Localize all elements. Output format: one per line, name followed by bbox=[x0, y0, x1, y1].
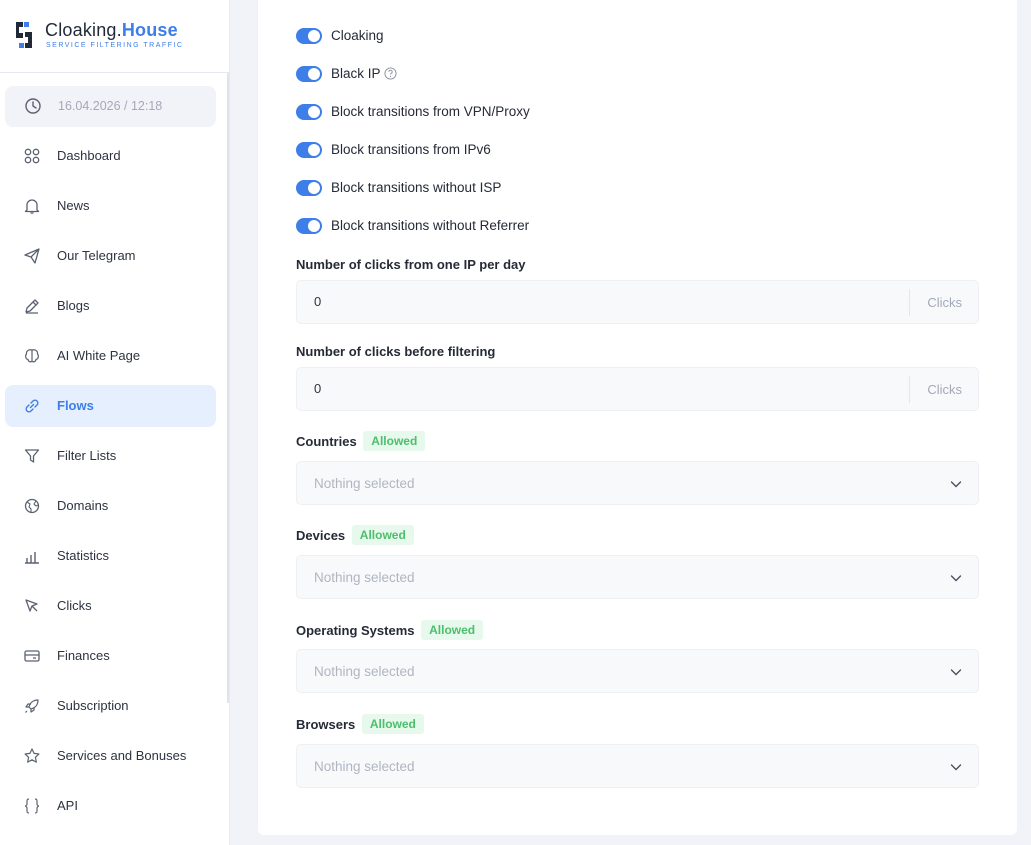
toggle-label: Block transitions from IPv6 bbox=[331, 142, 491, 157]
sidebar-item-label: News bbox=[57, 198, 90, 213]
input-separator bbox=[909, 289, 910, 316]
clicks-before-filter-input[interactable]: 0 Clicks bbox=[296, 367, 979, 411]
brand-tagline: SERVICE FILTERING TRAFFIC bbox=[46, 42, 184, 49]
referrer-toggle[interactable] bbox=[296, 218, 322, 234]
devices-label: Devices Allowed bbox=[296, 525, 414, 545]
ipv6-toggle[interactable] bbox=[296, 142, 322, 158]
clicks-per-ip-input[interactable]: 0 Clicks bbox=[296, 280, 979, 324]
toggle-label: Block transitions without Referrer bbox=[331, 218, 530, 233]
sidebar-item-finances[interactable]: Finances bbox=[5, 635, 216, 677]
isp-toggle[interactable] bbox=[296, 180, 322, 196]
sidebar-item-dashboard[interactable]: Dashboard bbox=[5, 135, 216, 177]
bell-icon bbox=[24, 199, 40, 214]
sidebar-item-ai-white-page[interactable]: AI White Page bbox=[5, 335, 216, 377]
flow-settings-card: Cloaking Black IP Block transitions from… bbox=[258, 0, 1017, 835]
toggle-label: Block transitions from VPN/Proxy bbox=[331, 104, 530, 119]
sidebar-item-label: Dashboard bbox=[57, 148, 121, 163]
brain-icon bbox=[25, 349, 39, 363]
sidebar-divider bbox=[0, 72, 229, 73]
allowed-badge[interactable]: Allowed bbox=[363, 431, 426, 451]
clicks-before-filter-label: Number of clicks before filtering bbox=[296, 344, 496, 359]
sidebar-item-news[interactable]: News bbox=[5, 185, 216, 227]
star-icon bbox=[24, 748, 40, 763]
telegram-icon bbox=[24, 248, 40, 264]
sidebar-item-label: Finances bbox=[57, 648, 110, 663]
link-icon bbox=[25, 399, 39, 413]
vpn-proxy-toggle[interactable] bbox=[296, 104, 322, 120]
cloaking-toggle[interactable] bbox=[296, 28, 322, 44]
sidebar-item-services-bonuses[interactable]: Services and Bonuses bbox=[5, 735, 216, 777]
os-label: Operating Systems Allowed bbox=[296, 620, 484, 640]
sidebar-item-label: Clicks bbox=[57, 598, 92, 613]
logo-mark-icon bbox=[16, 22, 32, 48]
sidebar-item-label: Domains bbox=[57, 498, 109, 513]
sidebar-item-label: API bbox=[57, 798, 78, 813]
sidebar-item-label: Subscription bbox=[57, 698, 129, 713]
sidebar-item-label: AI White Page bbox=[57, 348, 141, 363]
clicks-per-ip-label: Number of clicks from one IP per day bbox=[296, 257, 526, 272]
pencil-icon bbox=[25, 299, 39, 314]
select-placeholder: Nothing selected bbox=[314, 476, 415, 491]
globe-icon bbox=[24, 498, 40, 514]
sidebar-item-label: Services and Bonuses bbox=[57, 748, 187, 763]
card-icon bbox=[24, 650, 40, 662]
toggle-label: Block transitions without ISP bbox=[331, 180, 502, 195]
input-value: 0 bbox=[314, 294, 322, 309]
help-icon[interactable] bbox=[383, 67, 397, 80]
datetime-display: 16.04.2026 / 12:18 bbox=[5, 86, 216, 127]
select-placeholder: Nothing selected bbox=[314, 664, 415, 679]
brand-name: Cloaking.House bbox=[45, 20, 178, 40]
sidebar-item-filter-lists[interactable]: Filter Lists bbox=[5, 435, 216, 477]
sidebar-item-api[interactable]: API bbox=[5, 785, 216, 827]
toggle-label-wrap: Black IP bbox=[331, 66, 397, 81]
allowed-badge[interactable]: Allowed bbox=[421, 620, 484, 640]
input-unit: Clicks bbox=[927, 295, 962, 310]
sidebar-item-subscription[interactable]: Subscription bbox=[5, 685, 216, 727]
sidebar-item-label: Statistics bbox=[57, 548, 110, 563]
black-ip-toggle[interactable] bbox=[296, 66, 322, 82]
sidebar-item-statistics[interactable]: Statistics bbox=[5, 535, 216, 577]
browsers-label: Browsers Allowed bbox=[296, 714, 424, 734]
chevron-down-icon bbox=[950, 575, 962, 582]
sidebar-item-label: Filter Lists bbox=[57, 448, 117, 463]
input-separator bbox=[909, 376, 910, 403]
sidebar-item-domains[interactable]: Domains bbox=[5, 485, 216, 527]
browsers-select[interactable]: Nothing selected bbox=[296, 744, 979, 788]
bar-chart-icon bbox=[25, 552, 39, 564]
sidebar-item-flows[interactable]: Flows bbox=[5, 385, 216, 427]
cursor-icon bbox=[25, 599, 38, 612]
chevron-down-icon bbox=[950, 669, 962, 676]
sidebar-item-clicks[interactable]: Clicks bbox=[5, 585, 216, 627]
countries-select[interactable]: Nothing selected bbox=[296, 461, 979, 505]
rocket-icon bbox=[25, 699, 39, 713]
select-placeholder: Nothing selected bbox=[314, 759, 415, 774]
input-unit: Clicks bbox=[927, 382, 962, 397]
sidebar-item-label: Flows bbox=[57, 398, 94, 413]
brand-logo[interactable]: Cloaking.House SERVICE FILTERING TRAFFIC bbox=[12, 18, 222, 54]
devices-select[interactable]: Nothing selected bbox=[296, 555, 979, 599]
braces-icon bbox=[24, 798, 40, 814]
sidebar-scrollbar[interactable] bbox=[227, 73, 229, 703]
toggle-label: Cloaking bbox=[331, 28, 384, 43]
clock-icon bbox=[25, 98, 41, 114]
sidebar-item-telegram[interactable]: Our Telegram bbox=[5, 235, 216, 277]
chevron-down-icon bbox=[950, 764, 962, 771]
filter-icon bbox=[24, 449, 40, 463]
select-placeholder: Nothing selected bbox=[314, 570, 415, 585]
allowed-badge[interactable]: Allowed bbox=[351, 525, 414, 545]
allowed-badge[interactable]: Allowed bbox=[361, 714, 424, 734]
sidebar-item-label: Blogs bbox=[57, 298, 90, 313]
toggle-label: Black IP bbox=[331, 66, 381, 81]
sidebar: Cloaking.House SERVICE FILTERING TRAFFIC… bbox=[0, 0, 230, 845]
countries-label: Countries Allowed bbox=[296, 431, 426, 451]
os-select[interactable]: Nothing selected bbox=[296, 649, 979, 693]
input-value: 0 bbox=[314, 381, 322, 396]
dashboard-icon bbox=[24, 148, 40, 164]
sidebar-item-blogs[interactable]: Blogs bbox=[5, 285, 216, 327]
datetime-text: 16.04.2026 / 12:18 bbox=[58, 99, 163, 113]
chevron-down-icon bbox=[950, 481, 962, 488]
sidebar-item-label: Our Telegram bbox=[57, 248, 136, 263]
